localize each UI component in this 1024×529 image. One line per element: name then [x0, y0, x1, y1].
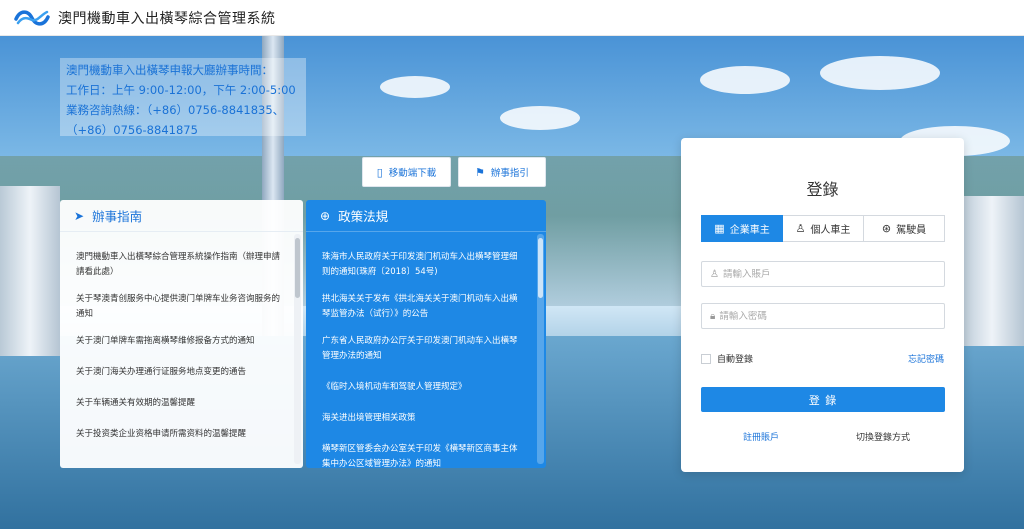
navigation-arrow-icon: ➤	[74, 208, 85, 223]
mobile-download-button[interactable]: ▯ 移動端下載	[362, 157, 451, 187]
logo-icon	[14, 9, 50, 26]
login-card: 登錄 ▦ 企業車主 ♙ 個人車主 ⊛ 駕駛員 ♙ 🔒︎ 自動登錄 忘記密碼 登 …	[681, 138, 964, 472]
list-item[interactable]: 关于澳门海关办理通行证服务地点变更的通告	[60, 365, 293, 380]
guide-panel: ➤ 辦事指南 澳門機動車入出橫琴綜合管理系統操作指南（辦理申請請看此處） 关于琴…	[60, 200, 303, 468]
building-icon: ▦	[714, 222, 725, 235]
tab-label: 企業車主	[729, 225, 770, 236]
login-type-tabs: ▦ 企業車主 ♙ 個人車主 ⊛ 駕駛員	[701, 215, 945, 242]
steering-wheel-icon: ⊛	[881, 222, 892, 235]
tab-label: 個人車主	[810, 225, 851, 236]
notice-line: （+86）0756-8841875	[66, 123, 198, 137]
policy-list: 珠海市人民政府关于印发澳门机动车入出横琴管理细则的通知(珠府〔2018〕54号)…	[306, 240, 536, 468]
auto-login-checkbox[interactable]	[701, 353, 711, 364]
switch-login-method-link[interactable]: 切換登錄方式	[856, 430, 910, 443]
forgot-password-link[interactable]: 忘記密碼	[908, 352, 944, 365]
phone-icon: ▯	[376, 165, 383, 179]
notice-line: 澳門機動車入出橫琴申報大廳辦事時間：	[66, 63, 273, 77]
list-item[interactable]: 关于琴澳青创服务中心提供澳门单牌车业务咨询服务的通知	[60, 292, 293, 322]
mobile-download-label: 移動端下載	[388, 168, 437, 179]
tab-personal-owner[interactable]: ♙ 個人車主	[783, 215, 864, 242]
signpost-icon: ⚑	[475, 165, 485, 179]
list-item[interactable]: 横琴新区管委会办公室关于印发《横琴新区商事主体集中办公区域管理办法》的通知	[306, 442, 536, 468]
system-title: 澳門機動車入出橫琴綜合管理系統	[58, 10, 276, 27]
notice-line: 工作日：上午 9:00-12:00，下午 2:00-5:00	[66, 83, 296, 97]
list-item[interactable]: 拱北海关关于发布《拱北海关关于澳门机动车入出横琴监管办法（试行）》的公告	[306, 292, 536, 322]
policy-panel-header: ⊕ 政策法規	[306, 200, 546, 232]
login-title: 登錄	[806, 180, 839, 199]
list-item[interactable]: 关于澳门单牌车需拖离横琴维修报备方式的通知	[60, 334, 293, 349]
account-input[interactable]	[722, 268, 923, 280]
list-item[interactable]: 珠海市人民政府关于印发澳门机动车入出横琴管理细则的通知(珠府〔2018〕54号)	[306, 250, 536, 280]
auto-login-label: 自動登錄	[717, 355, 754, 365]
password-field[interactable]: 🔒︎	[701, 303, 945, 329]
lock-icon: 🔒︎	[710, 310, 716, 322]
list-item[interactable]: 《临时入境机动车和驾驶人管理规定》	[306, 380, 536, 395]
login-button[interactable]: 登 錄	[701, 387, 945, 412]
office-hours-notice: 澳門機動車入出橫琴申報大廳辦事時間： 工作日：上午 9:00-12:00，下午 …	[60, 58, 306, 137]
list-item[interactable]: 关于投资类企业资格申请所需资料的温馨提醒	[60, 427, 293, 442]
password-input[interactable]	[719, 310, 920, 322]
list-item[interactable]: 广东省人民政府办公厅关于印发澳门机动车入出横琴管理办法的通知	[306, 334, 536, 364]
guide-panel-title: 辦事指南	[92, 209, 143, 224]
policy-panel: ⊕ 政策法規 珠海市人民政府关于印发澳门机动车入出横琴管理细则的通知(珠府〔20…	[306, 200, 546, 468]
notice-line: 業務咨詢熱線：（+86）0756-8841835、	[66, 103, 285, 117]
guide-panel-header: ➤ 辦事指南	[60, 200, 303, 232]
guide-list: 澳門機動車入出橫琴綜合管理系統操作指南（辦理申請請看此處） 关于琴澳青创服务中心…	[60, 240, 293, 468]
list-item[interactable]: 关于车辆通关有效期的温馨提醒	[60, 396, 293, 411]
list-item[interactable]: 澳門機動車入出橫琴綜合管理系統操作指南（辦理申請請看此處）	[60, 250, 293, 280]
register-link[interactable]: 註冊賬戶	[743, 430, 779, 443]
globe-icon: ⊕	[320, 208, 331, 223]
guide-button[interactable]: ⚑ 辦事指引	[458, 157, 546, 187]
top-header: 澳門機動車入出橫琴綜合管理系統	[0, 0, 1024, 36]
guide-label: 辦事指引	[490, 168, 529, 179]
guide-scrollbar[interactable]	[294, 234, 301, 464]
auto-login[interactable]: 自動登錄	[701, 352, 753, 365]
user-icon: ♙	[710, 268, 719, 280]
user-icon: ♙	[795, 222, 806, 235]
tab-label: 駕駛員	[896, 225, 927, 236]
policy-scrollbar[interactable]	[537, 234, 544, 464]
account-field[interactable]: ♙	[701, 261, 945, 287]
list-item[interactable]: 海关进出境管理相关政策	[306, 411, 536, 426]
policy-panel-title: 政策法規	[338, 209, 389, 224]
tab-enterprise-owner[interactable]: ▦ 企業車主	[701, 215, 783, 242]
tab-driver[interactable]: ⊛ 駕駛員	[864, 215, 945, 242]
